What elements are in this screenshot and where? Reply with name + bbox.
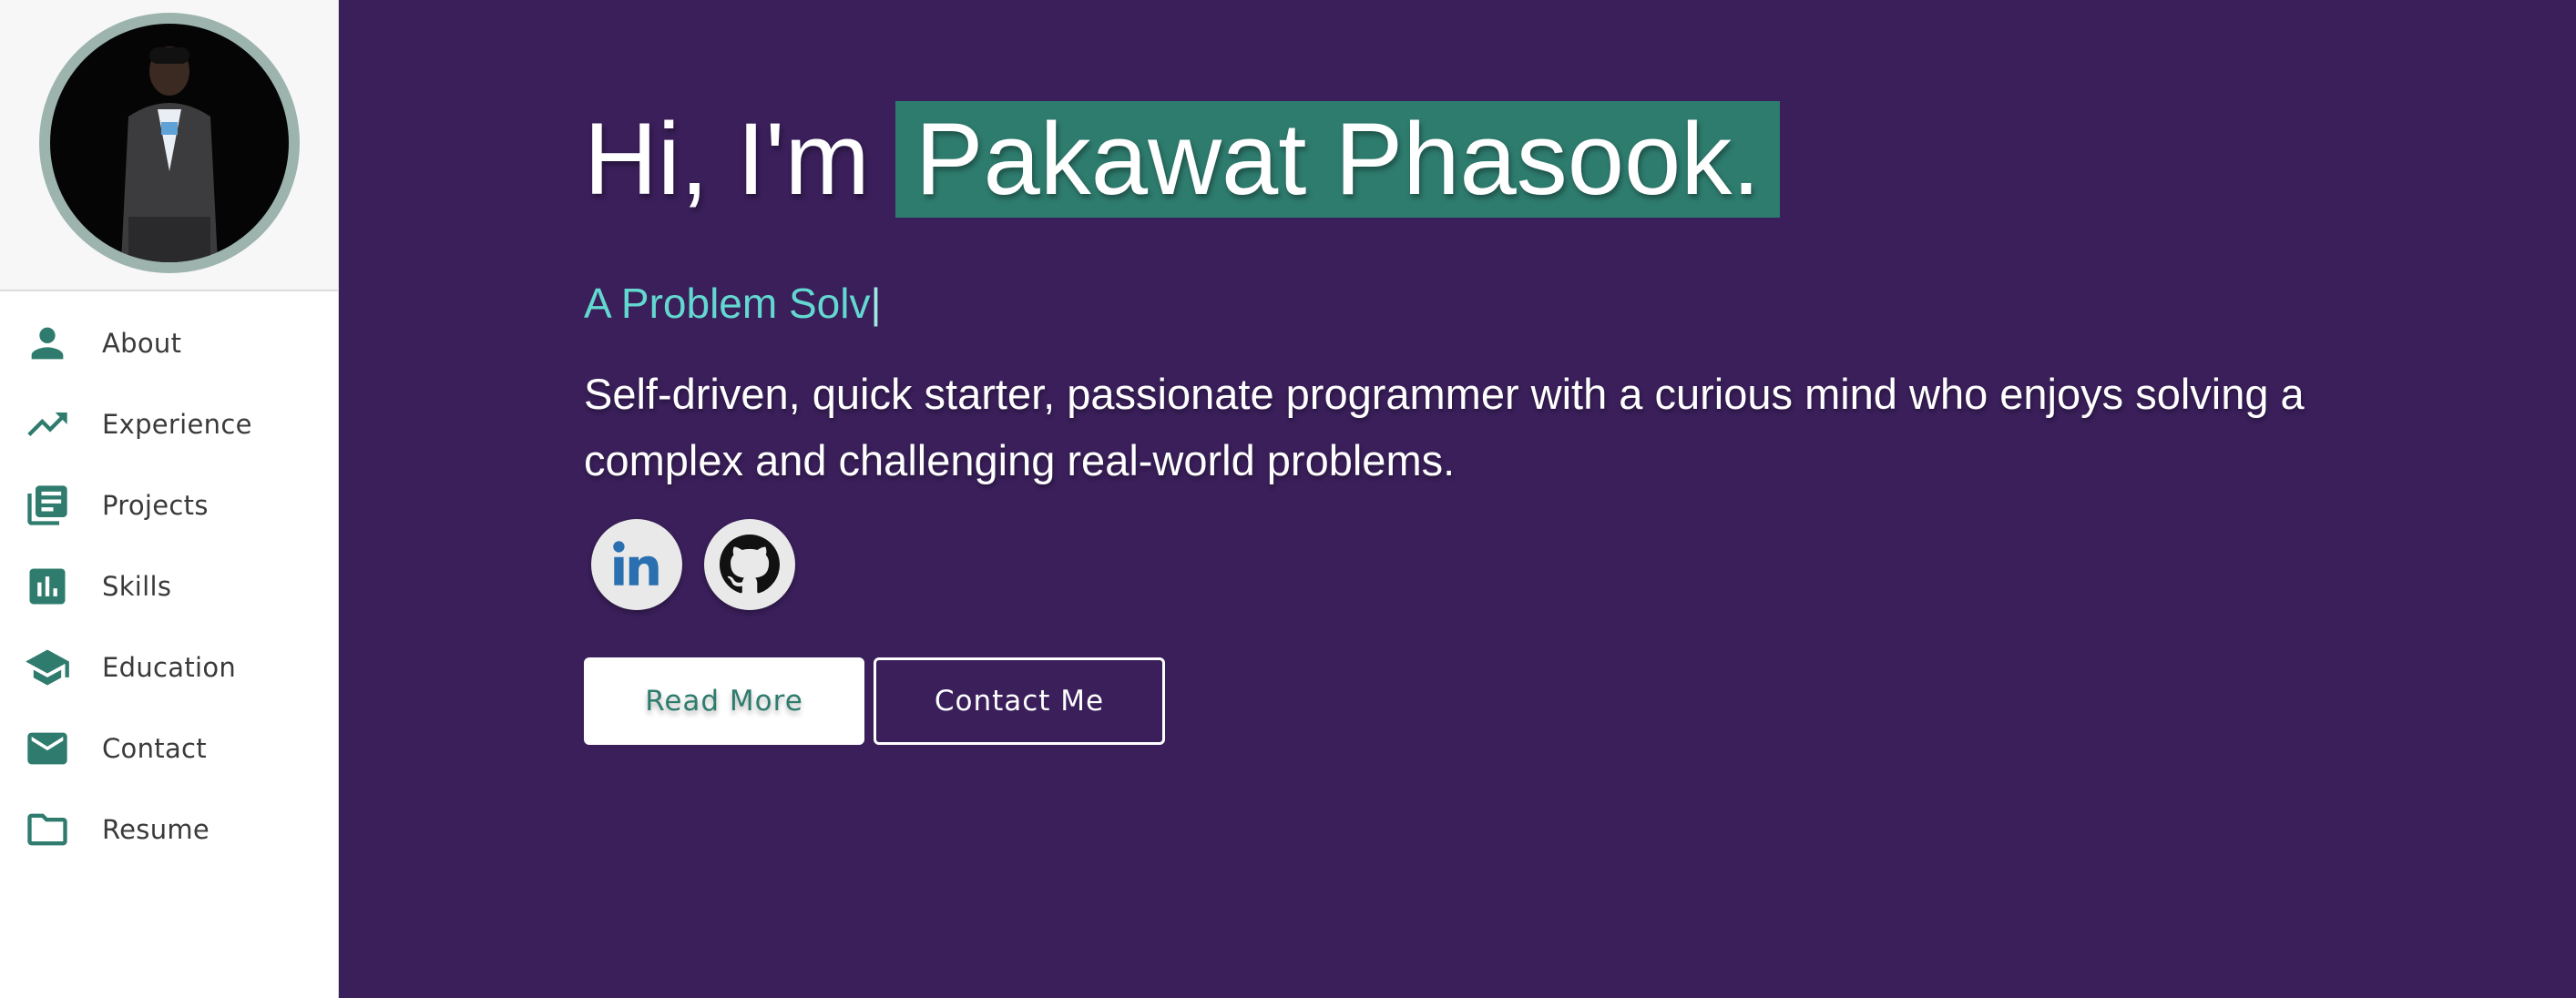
- hero-content: Hi, I'm Pakawat Phasook. A Problem Solv|…: [584, 100, 2406, 745]
- social-links: [584, 519, 2406, 610]
- contact-me-button[interactable]: Contact Me: [874, 657, 1165, 745]
- sidebar-item-experience[interactable]: Experience: [0, 383, 338, 464]
- sidebar-item-label: About: [102, 327, 182, 359]
- sidebar-item-label: Education: [102, 651, 237, 683]
- avatar: [38, 13, 300, 273]
- mail-icon: [24, 725, 71, 772]
- greeting-text: Hi, I'm: [584, 102, 870, 216]
- sidebar-item-label: Resume: [102, 813, 210, 845]
- hero-heading: Hi, I'm Pakawat Phasook.: [584, 100, 2406, 219]
- sidebar: About Experience Projects Skills Educati…: [0, 0, 339, 998]
- profile-area: [0, 0, 338, 291]
- sidebar-item-label: Skills: [102, 570, 172, 602]
- person-icon: [24, 320, 71, 367]
- name-highlight: Pakawat Phasook.: [894, 101, 1781, 218]
- sidebar-item-label: Contact: [102, 732, 207, 764]
- sidebar-nav: About Experience Projects Skills Educati…: [0, 291, 338, 870]
- sidebar-item-resume[interactable]: Resume: [0, 789, 338, 870]
- sidebar-item-skills[interactable]: Skills: [0, 545, 338, 626]
- tagline-text: A Problem Solv: [584, 280, 871, 327]
- sidebar-item-projects[interactable]: Projects: [0, 464, 338, 545]
- linkedin-icon: [613, 541, 659, 586]
- trending-up-icon: [24, 401, 71, 448]
- school-icon: [24, 644, 71, 691]
- sidebar-item-contact[interactable]: Contact: [0, 708, 338, 789]
- linkedin-link[interactable]: [591, 519, 682, 610]
- avatar-photo: [49, 24, 289, 262]
- bar-chart-icon: [24, 563, 71, 610]
- typing-tagline: A Problem Solv|: [584, 279, 2406, 328]
- sidebar-item-about[interactable]: About: [0, 302, 338, 383]
- folder-icon: [24, 806, 71, 853]
- github-icon: [720, 535, 780, 594]
- person-silhouette: [120, 46, 218, 262]
- name-text: Pakawat Phasook.: [915, 102, 1761, 216]
- bio-text: Self-driven, quick starter, passionate p…: [584, 370, 2305, 484]
- sidebar-item-label: Experience: [102, 408, 252, 440]
- hero-section: Hi, I'm Pakawat Phasook. A Problem Solv|…: [340, 0, 2576, 998]
- cta-buttons: Read More Contact Me: [584, 657, 2406, 745]
- sidebar-item-education[interactable]: Education: [0, 626, 338, 708]
- sidebar-item-label: Projects: [102, 489, 209, 521]
- typing-cursor: |: [870, 280, 882, 327]
- github-link[interactable]: [704, 519, 795, 610]
- read-more-button[interactable]: Read More: [584, 657, 864, 745]
- library-books-icon: [24, 482, 71, 529]
